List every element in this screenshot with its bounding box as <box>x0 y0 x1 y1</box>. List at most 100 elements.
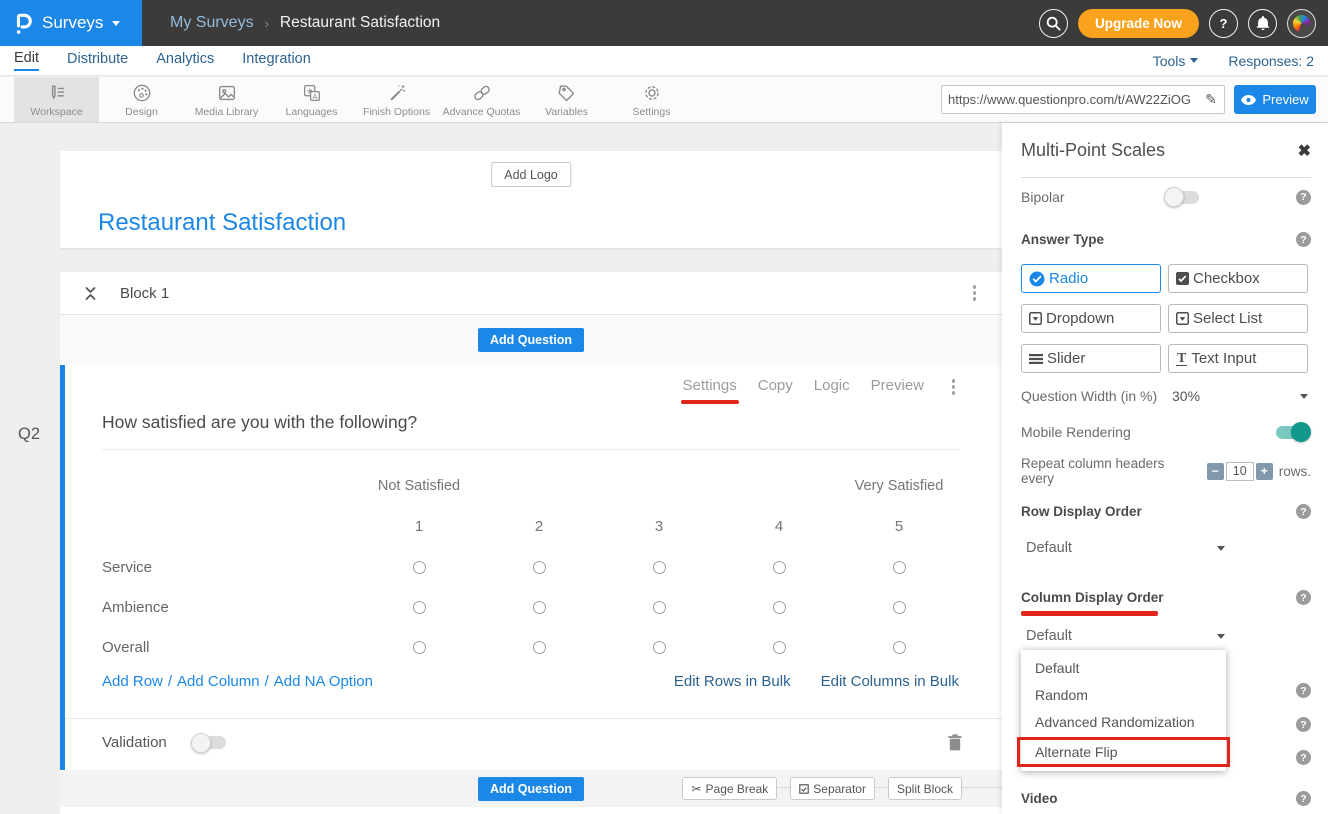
bipolar-toggle[interactable] <box>1166 191 1199 204</box>
menu-option-alternate-flip[interactable]: Alternate Flip <box>1017 737 1230 767</box>
survey-title[interactable]: Restaurant Satisfaction <box>98 209 346 237</box>
menu-option-random[interactable]: Random <box>1021 682 1226 709</box>
text-input-icon: T <box>1176 352 1187 366</box>
answer-type-text-input[interactable]: T Text Input <box>1168 344 1308 373</box>
product-menu[interactable]: Surveys <box>0 0 142 46</box>
help-icon[interactable]: ? <box>1296 683 1311 698</box>
radio-option[interactable] <box>533 561 546 574</box>
mobile-rendering-label: Mobile Rendering <box>1021 424 1131 440</box>
help-icon[interactable]: ? <box>1296 190 1311 205</box>
menu-option-default[interactable]: Default <box>1021 655 1226 682</box>
toolbar-item-finish-options[interactable]: Finish Options <box>354 77 439 122</box>
column-display-order-select[interactable]: Default <box>1021 628 1225 644</box>
survey-url-input[interactable] <box>942 92 1198 107</box>
validation-toggle[interactable] <box>193 736 226 749</box>
close-panel-icon[interactable]: ✖ <box>1298 141 1311 161</box>
rows-suffix: rows. <box>1279 464 1311 479</box>
upgrade-now-button[interactable]: Upgrade Now <box>1078 9 1199 38</box>
preview-button[interactable]: Preview <box>1234 85 1316 114</box>
toolbar-item-settings[interactable]: Settings <box>609 77 694 122</box>
help-icon[interactable]: ? <box>1296 750 1311 765</box>
radio-option[interactable] <box>533 641 546 654</box>
help-icon[interactable]: ? <box>1296 717 1311 732</box>
toolbar-item-advance-quotas[interactable]: Advance Quotas <box>439 77 524 122</box>
answer-type-select-list[interactable]: Select List <box>1168 304 1308 333</box>
row-label[interactable]: Overall <box>102 627 359 667</box>
panel-title: Multi-Point Scales <box>1021 140 1165 161</box>
help-icon[interactable]: ? <box>1296 791 1311 806</box>
help-icon[interactable]: ? <box>1296 590 1311 605</box>
radio-option[interactable] <box>413 561 426 574</box>
decrement-button[interactable]: − <box>1207 463 1224 480</box>
chevron-down-icon[interactable] <box>1300 394 1308 399</box>
toolbar-item-workspace[interactable]: Workspace <box>14 77 99 122</box>
radio-option[interactable] <box>413 641 426 654</box>
answer-type-checkbox[interactable]: Checkbox <box>1168 264 1308 293</box>
column-header: 3 <box>599 506 719 547</box>
product-menu-label: Surveys <box>42 13 103 33</box>
radio-option[interactable] <box>653 601 666 614</box>
add-na-option-link[interactable]: Add NA Option <box>274 673 373 690</box>
search-button[interactable] <box>1039 9 1068 38</box>
notifications-button[interactable] <box>1248 9 1277 38</box>
tab-edit[interactable]: Edit <box>14 50 39 71</box>
delete-question-trash-icon[interactable] <box>948 734 962 751</box>
separator-button[interactable]: Separator <box>790 777 875 800</box>
radio-option[interactable] <box>533 601 546 614</box>
edit-columns-in-bulk-link[interactable]: Edit Columns in Bulk <box>821 673 959 690</box>
radio-option[interactable] <box>893 561 906 574</box>
mobile-rendering-toggle[interactable] <box>1276 426 1309 439</box>
toolbar-item-languages[interactable]: A Languages <box>269 77 354 122</box>
collapse-block-icon[interactable] <box>84 286 97 301</box>
answer-type-dropdown[interactable]: Dropdown <box>1021 304 1161 333</box>
answer-type-slider[interactable]: Slider <box>1021 344 1161 373</box>
add-row-link[interactable]: Add Row <box>102 673 163 690</box>
add-logo-button[interactable]: Add Logo <box>491 162 571 187</box>
add-question-button[interactable]: Add Question <box>478 328 584 352</box>
increment-button[interactable]: + <box>1256 463 1273 480</box>
tab-integration[interactable]: Integration <box>242 51 311 70</box>
add-question-button-bottom[interactable]: Add Question <box>478 777 584 801</box>
question-options-menu-icon[interactable] <box>952 379 956 395</box>
radio-option[interactable] <box>773 601 786 614</box>
block-title[interactable]: Block 1 <box>120 285 169 302</box>
radio-option[interactable] <box>653 561 666 574</box>
menu-option-advanced-randomization[interactable]: Advanced Randomization <box>1021 709 1226 736</box>
row-label[interactable]: Service <box>102 547 359 587</box>
account-avatar[interactable] <box>1287 9 1316 38</box>
help-icon[interactable]: ? <box>1296 504 1311 519</box>
question-tab-copy[interactable]: Copy <box>758 377 793 394</box>
breadcrumb-my-surveys[interactable]: My Surveys <box>170 14 254 32</box>
row-display-order-select[interactable]: Default <box>1021 540 1225 556</box>
question-title[interactable]: How satisfied are you with the following… <box>102 412 417 433</box>
toolbar-item-media-library[interactable]: Media Library <box>184 77 269 122</box>
block-options-menu-icon[interactable] <box>973 285 977 301</box>
split-block-button[interactable]: Split Block <box>888 777 962 800</box>
tab-distribute[interactable]: Distribute <box>67 51 128 70</box>
toolbar-item-design[interactable]: Design <box>99 77 184 122</box>
repeat-headers-input[interactable] <box>1226 462 1254 481</box>
page-break-button[interactable]: ✂ Page Break <box>682 777 777 800</box>
radio-option[interactable] <box>773 561 786 574</box>
help-icon[interactable]: ? <box>1296 232 1311 247</box>
help-button[interactable]: ? <box>1209 9 1238 38</box>
radio-option[interactable] <box>653 641 666 654</box>
toolbar-item-variables[interactable]: Variables <box>524 77 609 122</box>
question-width-value[interactable]: 30% <box>1172 388 1200 404</box>
tools-menu[interactable]: Tools <box>1153 53 1199 69</box>
edit-rows-in-bulk-link[interactable]: Edit Rows in Bulk <box>674 673 791 690</box>
radio-option[interactable] <box>413 601 426 614</box>
radio-option[interactable] <box>773 641 786 654</box>
question-tab-preview[interactable]: Preview <box>871 377 924 394</box>
edit-url-pencil-icon[interactable]: ✎ <box>1198 91 1224 108</box>
answer-type-radio[interactable]: Radio <box>1021 264 1161 293</box>
radio-option[interactable] <box>893 641 906 654</box>
question-tab-settings[interactable]: Settings <box>683 377 737 394</box>
add-column-link[interactable]: Add Column <box>177 673 260 690</box>
radio-option[interactable] <box>893 601 906 614</box>
row-label[interactable]: Ambience <box>102 587 359 627</box>
validation-label: Validation <box>102 734 167 751</box>
question-tab-logic[interactable]: Logic <box>814 377 850 394</box>
responses-count[interactable]: Responses: 2 <box>1228 53 1314 69</box>
tab-analytics[interactable]: Analytics <box>156 51 214 70</box>
